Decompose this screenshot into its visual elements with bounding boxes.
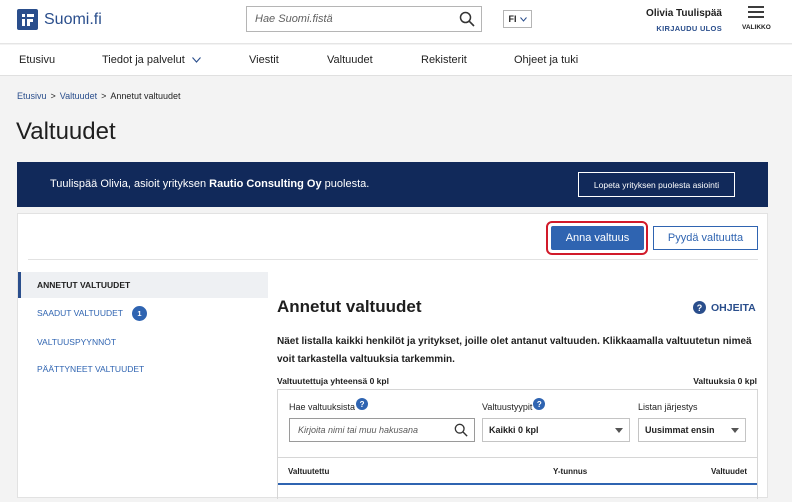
nav-item-tiedot-ja-palvelut[interactable]: Tiedot ja palvelut [102, 45, 201, 76]
hamburger-icon [748, 6, 764, 18]
site-header: Suomi.fi FI Olivia Tuulispää KIRJAUDU UL… [0, 0, 792, 44]
filter-search-button[interactable] [448, 419, 474, 441]
caret-down-icon [731, 427, 739, 433]
type-filter-select[interactable]: Kaikki 0 kpl [482, 418, 630, 442]
order-select[interactable]: Uusimmat ensin [638, 418, 746, 442]
nav-item-rekisterit[interactable]: Rekisterit [421, 45, 467, 76]
total-authorized-count: Valtuutettuja yhteensä 0 kpl [277, 376, 389, 386]
suomi-fi-logo-icon [17, 9, 38, 30]
search-icon [454, 423, 468, 437]
column-header-valtuutettu[interactable]: Valtuutettu [288, 467, 329, 476]
menu-button[interactable]: VALIKKO [742, 6, 771, 31]
breadcrumb-current: Annetut valtuudet [110, 91, 181, 101]
give-authorization-button[interactable]: Anna valtuus [551, 226, 644, 250]
filter-panel: Hae valtuuksista ? Valtuustyypit ? Kaikk… [277, 389, 758, 499]
nav-item-valtuudet[interactable]: Valtuudet [327, 45, 373, 76]
main-card: Anna valtuus Pyydä valtuutta ANNETUT VAL… [17, 213, 768, 499]
type-filter-label: Valtuustyypit ? [482, 398, 546, 412]
help-icon[interactable]: ? [356, 398, 369, 410]
site-search-input[interactable] [247, 7, 447, 31]
search-filter-label: Hae valtuuksista ? [289, 398, 369, 412]
chevron-down-icon [191, 57, 201, 63]
banner-text: Tuulispää Olivia, asioit yrityksen Rauti… [50, 178, 369, 190]
search-filter-label-text: Hae valtuuksista [289, 402, 356, 412]
search-icon [459, 11, 475, 27]
logo-text: Suomi.fi [44, 10, 102, 28]
request-authorization-button[interactable]: Pyydä valtuutta [653, 226, 758, 250]
filter-search-box [289, 418, 475, 442]
stop-acting-button[interactable]: Lopeta yrityksen puolesta asiointi [578, 172, 735, 197]
language-value: FI [508, 14, 517, 24]
site-search [246, 6, 482, 32]
table-header: Valtuutettu Y-tunnus Valtuudet [278, 457, 757, 485]
column-header-y-tunnus[interactable]: Y-tunnus [553, 467, 587, 476]
banner-text-suffix: puolesta. [321, 178, 370, 190]
type-filter-label-text: Valtuustyypit [482, 402, 533, 412]
caret-down-icon [615, 427, 623, 433]
sidebar-item-saadut-valtuudet[interactable]: SAADUT VALTUUDET 1 [18, 300, 268, 326]
user-area: Olivia Tuulispää KIRJAUDU ULOS [646, 8, 722, 33]
breadcrumb-link-etusivu[interactable]: Etusivu [17, 91, 47, 101]
sidebar-item-paattyneet-valtuudet[interactable]: PÄÄTTYNEET VALTUUDET [18, 356, 268, 382]
sidebar-item-label: SAADUT VALTUUDET [37, 308, 123, 318]
section-title: Annetut valtuudet [277, 297, 422, 316]
filter-search-input[interactable] [290, 419, 446, 441]
help-icon: ? [693, 301, 706, 314]
divider [28, 259, 758, 260]
total-authorizations-count: Valtuuksia 0 kpl [693, 376, 757, 386]
search-button[interactable] [453, 7, 481, 31]
nav-item-viestit[interactable]: Viestit [249, 45, 279, 76]
suomi-fi-logo[interactable]: Suomi.fi [17, 9, 102, 30]
acting-on-behalf-banner: Tuulispää Olivia, asioit yrityksen Rauti… [17, 162, 768, 207]
page-title: Valtuudet [16, 118, 116, 145]
sidebar-item-valtuuspyynnot[interactable]: VALTUUSPYYNNÖT [18, 329, 268, 355]
nav-item-ohjeet-ja-tuki[interactable]: Ohjeet ja tuki [514, 45, 578, 76]
chevron-down-icon [519, 16, 527, 22]
help-label: OHJEITA [711, 301, 756, 314]
banner-text-prefix: Tuulispää Olivia, asioit yrityksen [50, 178, 210, 190]
order-label: Listan järjestys [638, 402, 698, 412]
section-description: Näet listalla kaikki henkilöt ja yrityks… [277, 336, 752, 365]
logout-link[interactable]: KIRJAUDU ULOS [646, 24, 722, 33]
language-select[interactable]: FI [503, 10, 532, 28]
column-header-valtuudet[interactable]: Valtuudet [711, 467, 747, 476]
sidebar-item-annetut-valtuudet[interactable]: ANNETUT VALTUUDET [18, 272, 268, 298]
order-value: Uusimmat ensin [645, 425, 715, 435]
help-icon[interactable]: ? [533, 398, 546, 410]
nav-item-etusivu[interactable]: Etusivu [19, 45, 55, 76]
breadcrumb: Etusivu > Valtuudet > Annetut valtuudet [17, 91, 180, 101]
banner-company-name: Rautio Consulting Oy [209, 178, 322, 190]
main-nav: Etusivu Tiedot ja palvelut Viestit Valtu… [0, 45, 792, 76]
help-link[interactable]: ? OHJEITA [693, 301, 756, 314]
menu-label: VALIKKO [742, 24, 771, 31]
order-label-text: Listan järjestys [638, 402, 698, 412]
nav-item-label: Tiedot ja palvelut [102, 54, 185, 66]
breadcrumb-link-valtuudet[interactable]: Valtuudet [60, 91, 97, 101]
user-name: Olivia Tuulispää [646, 8, 722, 19]
breadcrumb-separator: > [50, 91, 56, 101]
breadcrumb-separator: > [101, 91, 107, 101]
type-filter-value: Kaikki 0 kpl [489, 425, 539, 435]
count-badge: 1 [131, 305, 147, 321]
